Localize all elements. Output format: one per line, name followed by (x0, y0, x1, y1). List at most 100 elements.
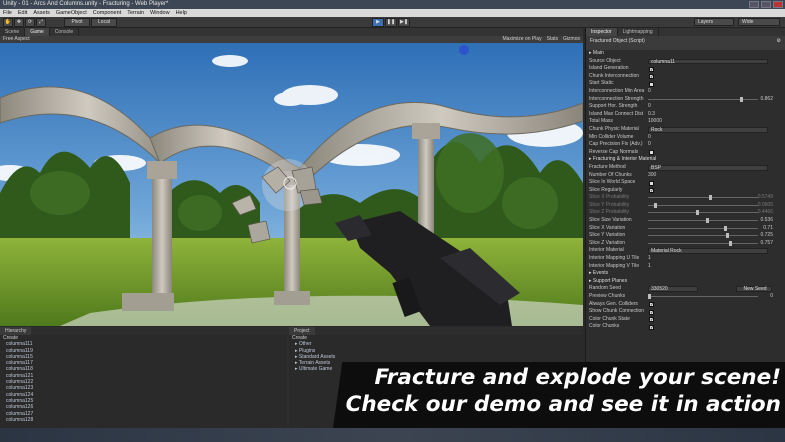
hand-tool-button[interactable]: ✋ (3, 18, 13, 27)
menu-assets[interactable]: Assets (33, 9, 50, 17)
slider-thumb[interactable] (696, 210, 700, 216)
play-button[interactable]: ▶ (372, 18, 384, 27)
slider-track[interactable] (648, 96, 758, 102)
checkbox[interactable]: ✓ (649, 188, 654, 194)
maximize-button[interactable] (761, 1, 771, 8)
slider-track[interactable] (648, 202, 758, 208)
checkbox[interactable]: ✓ (649, 317, 654, 323)
slider-track[interactable] (648, 218, 758, 224)
slider-value[interactable]: 0.536 (760, 217, 773, 225)
field-value[interactable]: 0 (648, 134, 651, 141)
field-value[interactable]: BSP (648, 164, 768, 171)
slider-thumb[interactable] (705, 218, 709, 224)
checkbox[interactable] (649, 150, 654, 156)
checkbox[interactable]: ✓ (649, 324, 654, 330)
aspect-dropdown[interactable]: Free Aspect (3, 36, 30, 42)
slider-track[interactable] (648, 240, 758, 246)
unity-editor-window: Unity - 01 - Arcs And Columns.unity - Fr… (0, 0, 785, 442)
slider-track[interactable] (648, 210, 758, 216)
slider-thumb[interactable] (654, 202, 658, 208)
field-value[interactable]: Rock (648, 126, 768, 133)
scale-tool-button[interactable]: ⤢ (36, 18, 46, 27)
pause-button[interactable]: ❚❚ (385, 18, 397, 27)
tab-scene[interactable]: Scene (0, 28, 26, 36)
tab-project[interactable]: Project (289, 327, 315, 335)
local-toggle[interactable]: Local (91, 18, 117, 27)
section-foldout[interactable]: ▸ Fracturing & Interior Material (589, 156, 656, 162)
menu-terrain[interactable]: Terrain (127, 9, 144, 17)
game-viewport[interactable] (0, 43, 583, 326)
slider-track[interactable] (648, 225, 758, 231)
field-value[interactable]: 330520 (648, 286, 698, 292)
step-button[interactable]: ▶❚ (398, 18, 410, 27)
slider-thumb[interactable] (729, 240, 733, 246)
checkbox[interactable]: ✓ (649, 302, 654, 308)
field-value[interactable]: columna11 (648, 58, 768, 65)
field-label: Random Seed (589, 285, 621, 292)
inspector-row: Min Collider Volume 0 (586, 134, 785, 142)
menu-window[interactable]: Window (150, 9, 170, 17)
field-label: Show Chunk Connection (589, 308, 645, 315)
slider-value[interactable]: 0.4466 (758, 209, 773, 217)
tab-lightmapping[interactable]: Lightmapping (618, 28, 659, 36)
field-label: Reverse Cap Normals (589, 148, 639, 155)
menu-gameobject[interactable]: GameObject (56, 9, 87, 17)
slider-thumb[interactable] (708, 195, 712, 201)
maximize-on-play-toggle[interactable]: Maximize on Play (502, 36, 541, 43)
section-foldout[interactable]: ▸ Events (589, 270, 608, 276)
field-label: Always Gen. Colliders (589, 300, 638, 307)
slider-value[interactable]: 0.71 (763, 225, 773, 233)
layout-dropdown[interactable]: Wide (738, 18, 780, 26)
slider-value[interactable]: 0.5749 (758, 194, 773, 202)
field-label: Start Static (589, 80, 614, 87)
checkbox[interactable] (649, 81, 654, 87)
field-value[interactable]: 300 (648, 172, 656, 179)
slider-track[interactable] (648, 233, 758, 239)
close-button[interactable] (773, 1, 783, 8)
menu-component[interactable]: Component (93, 9, 121, 17)
slider-thumb[interactable] (648, 294, 651, 299)
slider-value[interactable]: 0.862 (760, 96, 773, 104)
checkbox[interactable]: ✓ (649, 309, 654, 315)
slider-thumb[interactable] (723, 225, 727, 231)
field-value[interactable]: 10000 (648, 119, 662, 125)
tab-inspector[interactable]: Inspector (586, 28, 618, 36)
tab-console[interactable]: Console (50, 28, 80, 36)
field-value[interactable]: 1 (648, 263, 651, 270)
field-value[interactable]: 0 (648, 142, 651, 148)
menu-edit[interactable]: Edit (18, 9, 27, 17)
checkbox[interactable] (649, 180, 654, 186)
inspector-row: ▸ Support Planes (586, 278, 785, 286)
pivot-toggle[interactable]: Pivot (64, 18, 90, 27)
field-value[interactable]: 0 (648, 104, 651, 110)
layers-dropdown[interactable]: Layers (694, 18, 734, 26)
section-foldout[interactable]: ▸ Support Planes (589, 278, 627, 284)
gear-icon[interactable]: ⚙ (777, 38, 781, 44)
slider-value[interactable]: 0 (770, 293, 773, 301)
hierarchy-item[interactable]: columna128 (0, 417, 287, 423)
checkbox[interactable]: ✓ (649, 74, 654, 80)
checkbox[interactable]: ✓ (649, 66, 654, 72)
tab-hierarchy[interactable]: Hierarchy (0, 327, 32, 335)
minimize-button[interactable] (749, 1, 759, 8)
slider-thumb[interactable] (740, 96, 744, 102)
tab-game[interactable]: Game (25, 28, 50, 36)
slider-value[interactable]: 0.0605 (758, 202, 773, 210)
slider-value[interactable]: 0.725 (760, 232, 773, 240)
field-value[interactable]: 0 (648, 88, 651, 95)
menu-help[interactable]: Help (176, 9, 187, 17)
new-seed-button[interactable]: New Seed (736, 286, 772, 292)
slider-track[interactable] (648, 195, 758, 201)
stats-toggle[interactable]: Stats (547, 36, 558, 43)
menu-file[interactable]: File (3, 9, 12, 17)
section-foldout[interactable]: ▸ Main (589, 50, 604, 56)
gizmos-toggle[interactable]: Gizmos (563, 36, 580, 43)
field-value[interactable]: Material Rock (648, 248, 768, 255)
field-value[interactable]: 0.3 (648, 111, 655, 118)
move-tool-button[interactable]: ✥ (14, 18, 24, 27)
slider-track[interactable] (648, 294, 758, 299)
field-value[interactable]: 1 (648, 255, 651, 262)
rotate-tool-button[interactable]: ⟳ (25, 18, 35, 27)
slider-value[interactable]: 0.757 (760, 240, 773, 248)
slider-thumb[interactable] (726, 233, 730, 239)
